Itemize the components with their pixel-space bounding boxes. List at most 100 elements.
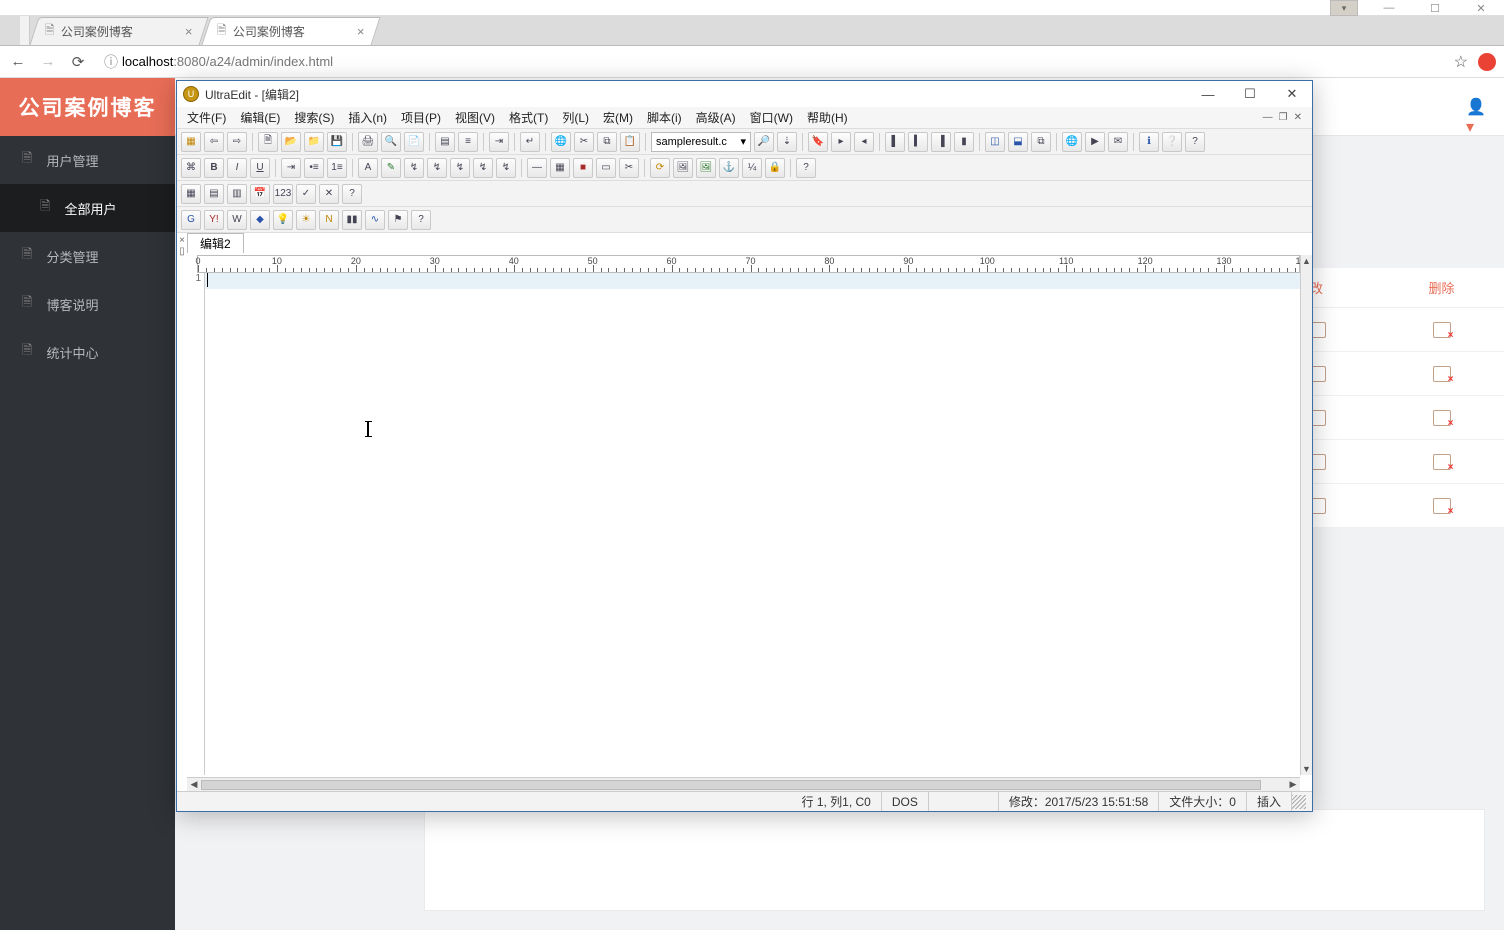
menu-project[interactable]: 项目(P) [395,107,447,128]
list-indent-icon[interactable]: ⇥ [281,158,301,178]
tag-icon[interactable]: ⌘ [181,158,201,178]
style3-icon[interactable]: ↯ [450,158,470,178]
forward-button[interactable]: → [38,52,58,72]
find-icon[interactable]: 🔎 [754,132,774,152]
delete-icon[interactable] [1433,366,1451,382]
mdi-close-icon[interactable]: ✕ [1294,112,1302,123]
copy-icon[interactable]: ⧉ [597,132,617,152]
delete-icon[interactable] [1433,322,1451,338]
horizontal-scrollbar[interactable]: ◀ ▶ [187,777,1300,791]
next-icon[interactable]: ⇨ [227,132,247,152]
window-icon[interactable]: ▭ [596,158,616,178]
resize-grip-icon[interactable] [1292,795,1306,809]
align-center-icon[interactable]: ▍ [908,132,928,152]
menu-search[interactable]: 搜索(S) [288,107,340,128]
underline-icon[interactable]: U [250,158,270,178]
os-extra-icon[interactable]: ▾ [1330,0,1358,16]
sidebar-item-users[interactable]: 🗎 用户管理 [0,136,175,184]
close-icon[interactable]: × [357,24,365,39]
font-color-icon[interactable]: A [358,158,378,178]
clone-icon[interactable]: ⧉ [1031,132,1051,152]
indent-icon[interactable]: ⇥ [489,132,509,152]
ue-maximize-button[interactable]: ☐ [1236,84,1264,104]
save-icon[interactable]: 💾 [327,132,347,152]
menu-column[interactable]: 列(L) [556,107,595,128]
italic-icon[interactable]: I [227,158,247,178]
help-context-icon[interactable]: ❔ [1162,132,1182,152]
scroll-right-icon[interactable]: ▶ [1286,779,1300,790]
num-icon[interactable]: 123 [273,184,293,204]
cut-icon[interactable]: ✂ [574,132,594,152]
menu-advanced[interactable]: 高级(A) [690,107,742,128]
menu-macro[interactable]: 宏(M) [597,107,639,128]
google-icon[interactable]: G [181,210,201,230]
table-icon[interactable]: ▦ [550,158,570,178]
bookmark-star-icon[interactable]: ☆ [1454,52,1468,72]
prev-icon[interactable]: ⇦ [204,132,224,152]
highlight-icon[interactable]: ✎ [381,158,401,178]
bookmark-icon[interactable]: 🔖 [808,132,828,152]
scroll-left-icon[interactable]: ◀ [187,779,201,790]
help4-icon[interactable]: ? [411,210,431,230]
os-close-button[interactable]: ✕ [1458,0,1504,16]
word-wrap-icon[interactable]: ↵ [520,132,540,152]
scroll-up-icon[interactable]: ▲ [1301,255,1312,267]
ue-close-button[interactable]: ✕ [1278,84,1306,104]
new-doc-icon[interactable]: 🗎 [258,132,278,152]
sidebar-item-stats[interactable]: 🗎 统计中心 [0,328,175,376]
n-icon[interactable]: N [319,210,339,230]
anchor-icon[interactable]: ⚓ [719,158,739,178]
bulb-icon[interactable]: 💡 [273,210,293,230]
globe-icon[interactable]: 🌐 [551,132,571,152]
wave-icon[interactable]: ∿ [365,210,385,230]
open-folder-icon[interactable]: 📂 [281,132,301,152]
lock-icon[interactable]: 🔒 [765,158,785,178]
delete-icon[interactable] [1433,454,1451,470]
menu-window[interactable]: 窗口(W) [744,107,799,128]
reload-button[interactable]: ⟳ [68,52,88,72]
bullet-list-icon[interactable]: •≡ [304,158,324,178]
ue-titlebar[interactable]: U UltraEdit - [编辑2] — ☐ ✕ [177,81,1312,107]
ue-minimize-button[interactable]: — [1194,84,1222,104]
vertical-scrollbar[interactable]: ▲ ▼ [1300,255,1312,775]
yahoo-icon[interactable]: Y! [204,210,224,230]
menu-file[interactable]: 文件(F) [181,107,232,128]
find-next-icon[interactable]: ⇣ [777,132,797,152]
grid3-icon[interactable]: ▥ [227,184,247,204]
sidebar-item-blogdesc[interactable]: 🗎 博客说明 [0,280,175,328]
mdi-minimize-icon[interactable]: — [1263,112,1273,123]
page-setup-icon[interactable]: 📄 [404,132,424,152]
run-icon[interactable]: ▶ [1085,132,1105,152]
bookmark-prev-icon[interactable]: ◂ [854,132,874,152]
extension-button[interactable] [1478,53,1496,71]
live-icon[interactable]: ◆ [250,210,270,230]
style1-icon[interactable]: ↯ [404,158,424,178]
flag-icon[interactable]: ⚑ [388,210,408,230]
help2-icon[interactable]: ? [796,158,816,178]
print-preview-icon[interactable]: 🔍 [381,132,401,152]
split-h-icon[interactable]: ◫ [985,132,1005,152]
align-right-icon[interactable]: ▐ [931,132,951,152]
browser-tab-active[interactable]: 🗎 公司案例博客 × [201,17,380,45]
document-tab[interactable]: 编辑2 [187,233,244,253]
grid2-icon[interactable]: ▤ [204,184,224,204]
info-icon[interactable]: ℹ [1139,132,1159,152]
hr-icon[interactable]: — [527,158,547,178]
back-button[interactable]: ← [8,52,28,72]
style4-icon[interactable]: ↯ [473,158,493,178]
sidebar-item-category[interactable]: 🗎 分类管理 [0,232,175,280]
check-icon[interactable]: ✓ [296,184,316,204]
align-left-icon[interactable]: ▌ [885,132,905,152]
menu-edit[interactable]: 编辑(E) [234,107,286,128]
link-icon[interactable]: ✂ [619,158,639,178]
scroll-down-icon[interactable]: ▼ [1301,763,1312,775]
menu-help[interactable]: 帮助(H) [801,107,854,128]
grid-icon[interactable]: ▦ [181,184,201,204]
calendar-icon[interactable]: 📅 [250,184,270,204]
help3-icon[interactable]: ? [342,184,362,204]
barcode-icon[interactable]: ▮▮ [342,210,362,230]
menu-script[interactable]: 脚本(i) [641,107,688,128]
paste-icon[interactable]: 📋 [620,132,640,152]
sidebar-item-allusers[interactable]: 🗎 全部用户 [0,184,175,232]
mail-icon[interactable]: ✉ [1108,132,1128,152]
